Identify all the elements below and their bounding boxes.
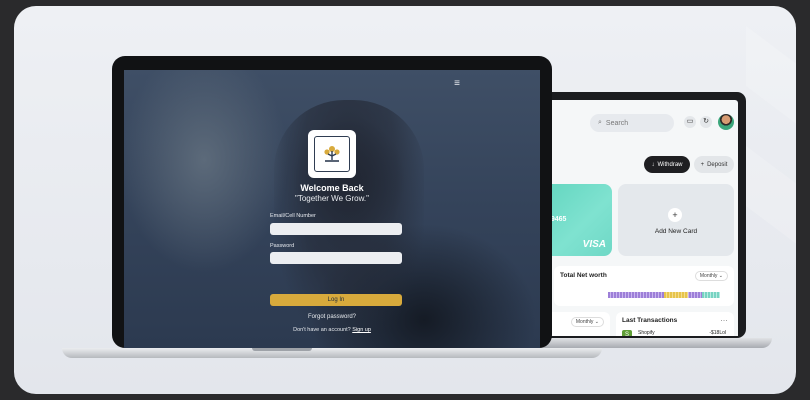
tagline: "Together We Grow." — [294, 194, 369, 203]
net-worth-bar-segment — [702, 292, 720, 298]
transaction-amount: -$18Lol — [709, 330, 726, 336]
plus-icon: + — [668, 208, 682, 222]
dashboard-ui: ⌕ Search ▭ ↻ ↓ Withdraw + Deposit **** 9… — [532, 100, 738, 336]
app-logo — [308, 130, 356, 178]
transactions-panel: Last Transactions … S Shopify -$18Lol — [616, 312, 734, 336]
showcase-frame: ⌕ Search ▭ ↻ ↓ Withdraw + Deposit **** 9… — [14, 6, 796, 394]
plus-icon: + — [700, 161, 705, 168]
more-icon[interactable]: … — [720, 314, 728, 323]
search-icon: ⌕ — [598, 119, 602, 126]
login-button[interactable]: Log In — [270, 294, 402, 306]
dashboard-laptop: ⌕ Search ▭ ↻ ↓ Withdraw + Deposit **** 9… — [502, 92, 772, 348]
tree-logo-icon — [314, 136, 350, 172]
net-worth-bar-segment — [664, 292, 688, 298]
deposit-button[interactable]: + Deposit — [694, 156, 734, 173]
login-screen: ≡ Welcome Back "Together We Grow." Email… — [112, 56, 552, 348]
period-select-label: Monthly — [575, 319, 594, 325]
withdraw-button[interactable]: ↓ Withdraw — [644, 156, 690, 173]
signup-link[interactable]: Sign up — [352, 327, 371, 333]
deposit-label: Deposit — [707, 161, 728, 168]
transaction-name: Shopify — [638, 330, 655, 336]
search-input[interactable]: ⌕ Search — [590, 114, 674, 132]
email-field[interactable] — [270, 223, 402, 235]
net-worth-title: Total Net worth — [560, 272, 607, 279]
password-label: Password — [270, 243, 295, 249]
login-ui: ≡ Welcome Back "Together We Grow." Email… — [124, 70, 540, 348]
period-select[interactable]: Monthly ⌄ — [570, 317, 604, 327]
avatar[interactable] — [718, 114, 734, 130]
chevron-decoration — [746, 26, 796, 244]
laptop-base — [62, 348, 602, 358]
email-label: Email/Cell Number — [270, 213, 316, 219]
login-laptop: ≡ Welcome Back "Together We Grow." Email… — [62, 56, 602, 358]
period-select[interactable]: Monthly ⌄ — [694, 271, 728, 281]
signup-prompt: Don't have an account? Sign up — [124, 327, 540, 333]
forgot-password-link[interactable]: Forgot password? — [124, 314, 540, 320]
withdraw-label: Withdraw — [657, 161, 683, 168]
add-card-button[interactable]: + Add New Card — [618, 184, 734, 256]
shopify-icon: S — [622, 330, 632, 336]
laptop-notch — [252, 348, 312, 351]
password-field[interactable] — [270, 252, 402, 264]
net-worth-panel: Total Net worth Monthly ⌄ — [554, 266, 734, 306]
refresh-icon[interactable]: ↻ — [700, 116, 712, 128]
inbox-icon[interactable]: ▭ — [684, 116, 696, 128]
dashboard-screen: ⌕ Search ▭ ↻ ↓ Withdraw + Deposit **** 9… — [524, 92, 746, 338]
search-placeholder: Search — [605, 119, 629, 127]
hamburger-icon[interactable]: ≡ — [454, 78, 460, 89]
add-card-label: Add New Card — [654, 228, 698, 235]
period-select-label: Monthly — [699, 273, 718, 279]
transactions-title: Last Transactions — [622, 317, 678, 324]
welcome-heading: Welcome Back — [300, 183, 364, 193]
card-brand: VISA — [582, 239, 606, 250]
no-account-text: Don't have an account? — [293, 327, 351, 333]
download-icon: ↓ — [651, 161, 655, 168]
